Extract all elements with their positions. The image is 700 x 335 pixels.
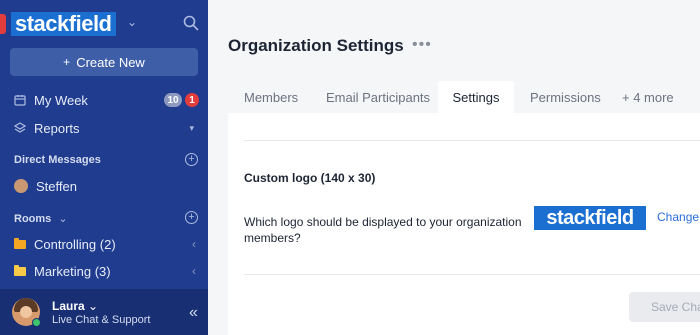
- sidebar-item-label: Reports: [34, 120, 80, 136]
- direct-messages-header: Direct Messages: [14, 154, 101, 166]
- user-panel[interactable]: Laura ⌄ Live Chat & Support «: [0, 289, 208, 335]
- chevron-left-icon[interactable]: ‹: [192, 264, 196, 278]
- main-content: Organization Settings ••• Members Email …: [208, 0, 700, 335]
- settings-tabs: Members Email Participants Settings Perm…: [228, 81, 690, 113]
- folder-icon: [14, 264, 26, 276]
- tab-settings[interactable]: Settings: [438, 81, 514, 113]
- collapse-sidebar-icon[interactable]: «: [189, 304, 198, 322]
- sidebar-item-label: My Week: [34, 92, 88, 108]
- room-item-marketing[interactable]: Marketing (3) ‹: [0, 259, 208, 283]
- tab-permissions[interactable]: Permissions: [514, 81, 610, 113]
- sidebar: stackfield ⌄ + Create New My Week 10 1 R…: [0, 0, 208, 335]
- add-direct-message-icon[interactable]: +: [185, 153, 198, 166]
- notification-tab[interactable]: [0, 14, 6, 34]
- more-options-icon[interactable]: •••: [412, 36, 432, 54]
- tab-more[interactable]: + 4 more: [610, 81, 690, 113]
- online-status-icon: [32, 318, 41, 327]
- add-room-icon[interactable]: +: [185, 211, 198, 224]
- custom-logo-question: Which logo should be displayed to your o…: [244, 215, 522, 245]
- layers-icon: [14, 122, 26, 133]
- chevron-left-icon[interactable]: ‹: [192, 237, 196, 251]
- tab-members[interactable]: Members: [228, 81, 310, 113]
- contact-item-steffen[interactable]: Steffen: [0, 174, 208, 198]
- calendar-icon: [14, 95, 26, 106]
- create-new-button[interactable]: + Create New: [10, 48, 198, 76]
- divider: [244, 140, 700, 141]
- room-item-controlling[interactable]: Controlling (2) ‹: [0, 232, 208, 256]
- custom-logo-title: Custom logo (140 x 30): [244, 171, 376, 185]
- count-badge: 10: [164, 93, 182, 107]
- tab-email-participants[interactable]: Email Participants: [310, 81, 438, 113]
- plus-icon: +: [63, 55, 71, 69]
- page-title: Organization Settings: [228, 36, 404, 55]
- dropdown-icon: ⌄: [88, 299, 99, 313]
- alert-badge: 1: [185, 93, 199, 107]
- create-new-label: Create New: [76, 54, 145, 70]
- room-label: Controlling (2): [34, 236, 116, 252]
- brand-logo[interactable]: stackfield: [11, 11, 116, 36]
- brand-logo-text: stackfield: [15, 11, 112, 36]
- sidebar-header: stackfield ⌄: [0, 0, 208, 46]
- sidebar-item-reports[interactable]: Reports ▾: [0, 116, 208, 140]
- avatar: [14, 179, 28, 193]
- change-logo-link[interactable]: Change: [657, 210, 699, 224]
- rooms-header-label: Rooms: [14, 213, 52, 225]
- divider: [244, 274, 700, 275]
- chevron-down-icon[interactable]: ⌄: [127, 15, 137, 29]
- sidebar-item-my-week[interactable]: My Week 10 1: [0, 88, 208, 112]
- room-label: Marketing (3): [34, 263, 111, 279]
- caret-down-icon[interactable]: ▾: [189, 123, 194, 134]
- user-subtitle: Live Chat & Support: [52, 314, 151, 326]
- logo-preview: stackfield: [534, 206, 646, 230]
- user-name[interactable]: Laura ⌄: [52, 299, 98, 313]
- save-changes-button[interactable]: Save Changes: [629, 292, 700, 322]
- logo-preview-text: stackfield: [546, 206, 634, 229]
- folder-icon: [14, 237, 26, 249]
- chevron-down-icon: ⌄: [58, 213, 68, 225]
- rooms-header[interactable]: Rooms ⌄: [14, 212, 68, 225]
- search-icon[interactable]: [183, 15, 199, 31]
- contact-label: Steffen: [36, 178, 77, 194]
